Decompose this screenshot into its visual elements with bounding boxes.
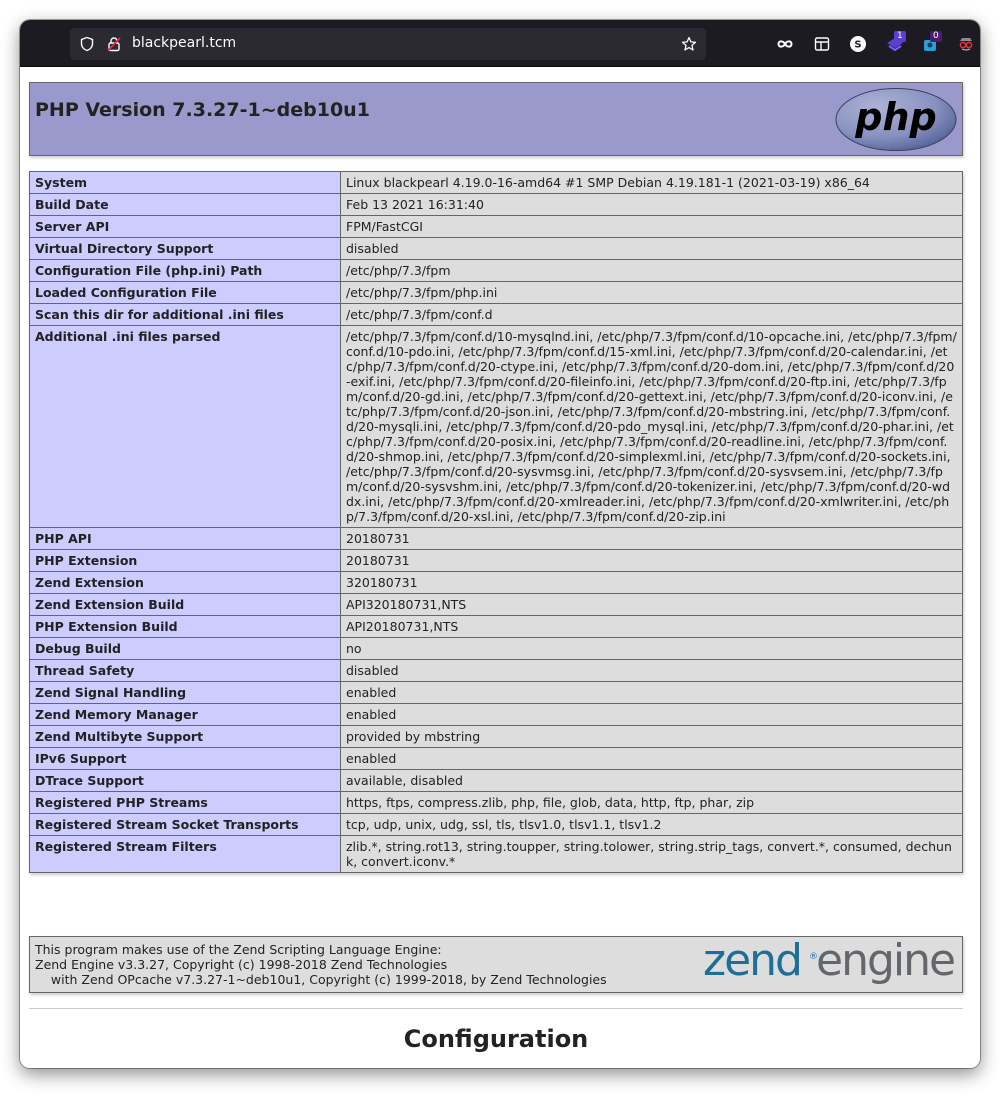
info-value: provided by mbstring [340, 725, 963, 748]
browser-toolbar: blackpearl.tcm S 1 0 [20, 20, 980, 67]
info-key: Scan this dir for additional .ini files [29, 303, 341, 326]
table-row: Thread Safety disabled [29, 659, 963, 682]
page-content: PHP Version 7.3.27-1~deb10u1 php System … [20, 67, 980, 1068]
php-logo: php [835, 88, 957, 155]
info-key: Zend Extension Build [29, 593, 341, 616]
info-value: zlib.*, string.rot13, string.toupper, st… [340, 835, 963, 873]
info-value: /etc/php/7.3/fpm/php.ini [340, 281, 963, 304]
svg-text:S: S [854, 40, 861, 51]
table-row: Zend Memory Manager enabled [29, 703, 963, 726]
table-row: Registered Stream Filters zlib.*, string.… [29, 835, 963, 873]
info-value: disabled [340, 237, 963, 260]
info-key: Zend Memory Manager [29, 703, 341, 726]
table-row: Debug Build no [29, 637, 963, 660]
zend-logo-text: zend [703, 939, 801, 986]
table-row: IPv6 Support enabled [29, 747, 963, 770]
spy-extension-icon[interactable] [957, 35, 975, 53]
extension-2-badge: 0 [930, 31, 942, 42]
info-table: System Linux blackpearl 4.19.0-16-amd64 #… [29, 171, 963, 873]
table-row: Build Date Feb 13 2021 16:31:40 [29, 193, 963, 216]
info-value: enabled [340, 681, 963, 704]
info-value: /etc/php/7.3/fpm/conf.d/10-mysqlnd.ini, … [340, 325, 963, 528]
section-divider [29, 1008, 963, 1009]
browser-window: blackpearl.tcm S 1 0 PHP Version 7.3.27-… [20, 20, 980, 1068]
url-bar[interactable]: blackpearl.tcm [70, 28, 706, 60]
info-value: no [340, 637, 963, 660]
info-table-wrapper: System Linux blackpearl 4.19.0-16-amd64 #… [29, 171, 963, 873]
info-key: Registered Stream Filters [29, 835, 341, 873]
zend-engine-logo: zend ® engine [703, 935, 958, 993]
php-version-header: PHP Version 7.3.27-1~deb10u1 php [29, 82, 963, 156]
svg-text:engine: engine [816, 939, 954, 986]
info-value: https, ftps, compress.zlib, php, file, g… [340, 791, 963, 814]
info-key: System [29, 171, 341, 194]
info-key: Virtual Directory Support [29, 237, 341, 260]
table-row: Registered Stream Socket Transports tcp, … [29, 813, 963, 836]
info-value: /etc/php/7.3/fpm/conf.d [340, 303, 963, 326]
s-extension-icon[interactable]: S [849, 35, 867, 53]
star-bookmark-icon[interactable] [681, 36, 697, 52]
table-row: Configuration File (php.ini) Path/etc/ph… [29, 259, 963, 282]
table-row: Scan this dir for additional .ini files /… [29, 303, 963, 326]
php-logo-text: php [854, 95, 936, 139]
info-key: Configuration File (php.ini) Path [29, 259, 341, 282]
info-key: Server API [29, 215, 341, 238]
info-value: 20180731 [340, 549, 963, 572]
info-value: disabled [340, 659, 963, 682]
info-key: Build Date [29, 193, 341, 216]
extension-1-badge: 1 [894, 31, 906, 42]
lock-insecure-icon[interactable] [106, 36, 122, 52]
shield-icon[interactable] [79, 36, 95, 52]
info-table-body: System Linux blackpearl 4.19.0-16-amd64 #… [29, 171, 963, 873]
info-key: Additional .ini files parsed [29, 325, 341, 528]
table-row: PHP Extension 20180731 [29, 549, 963, 572]
info-key: IPv6 Support [29, 747, 341, 770]
configuration-heading: Configuration [403, 1025, 589, 1053]
reader-view-icon[interactable] [813, 35, 831, 53]
info-key: PHP API [29, 527, 341, 550]
table-row: Zend Extension Build API320180731,NTS [29, 593, 963, 616]
info-value: 20180731 [340, 527, 963, 550]
info-value: /etc/php/7.3/fpm [340, 259, 963, 282]
info-key: PHP Extension [29, 549, 341, 572]
info-value: Feb 13 2021 16:31:40 [340, 193, 963, 216]
table-row: DTrace Support available, disabled [29, 769, 963, 792]
info-value: API320180731,NTS [340, 593, 963, 616]
infinity-icon[interactable] [776, 35, 794, 53]
table-row: Loaded Configuration File/etc/php/7.3/fp… [29, 281, 963, 304]
info-value: FPM/FastCGI [340, 215, 963, 238]
table-row: Additional .ini files parsed/etc/php/7.3… [29, 325, 963, 528]
table-row: Virtual Directory Support disabled [29, 237, 963, 260]
php-version-title: PHP Version 7.3.27-1~deb10u1 [35, 99, 370, 121]
table-row: Zend Multibyte Support provided by mbstri… [29, 725, 963, 748]
info-key: DTrace Support [29, 769, 341, 792]
table-row: PHP API 20180731 [29, 527, 963, 550]
info-value: tcp, udp, unix, udg, ssl, tls, tlsv1.0, … [340, 813, 963, 836]
info-key: Zend Multibyte Support [29, 725, 341, 748]
info-key: Registered Stream Socket Transports [29, 813, 341, 836]
info-key: Zend Signal Handling [29, 681, 341, 704]
zend-engine-box: This program makes use of the Zend Scrip… [29, 935, 963, 993]
url-text[interactable]: blackpearl.tcm [132, 35, 236, 51]
info-key: Debug Build [29, 637, 341, 660]
info-value: available, disabled [340, 769, 963, 792]
info-key: Zend Extension [29, 571, 341, 594]
zend-engine-text: This program makes use of the Zend Scrip… [35, 942, 607, 987]
table-row: PHP Extension Build API20180731,NTS [29, 615, 963, 638]
table-row: Server API FPM/FastCGI [29, 215, 963, 238]
table-row: Zend Signal Handling enabled [29, 681, 963, 704]
info-key: PHP Extension Build [29, 615, 341, 638]
table-row: System Linux blackpearl 4.19.0-16-amd64 #… [29, 171, 963, 194]
info-value: enabled [340, 747, 963, 770]
table-row: Zend Extension 320180731 [29, 571, 963, 594]
info-key: Loaded Configuration File [29, 281, 341, 304]
info-value: API20180731,NTS [340, 615, 963, 638]
info-value: enabled [340, 703, 963, 726]
info-value: Linux blackpearl 4.19.0-16-amd64 #1 SMP … [340, 171, 963, 194]
info-key: Thread Safety [29, 659, 341, 682]
table-row: Registered PHP Streams https, ftps, compr… [29, 791, 963, 814]
info-value: 320180731 [340, 571, 963, 594]
info-key: Registered PHP Streams [29, 791, 341, 814]
